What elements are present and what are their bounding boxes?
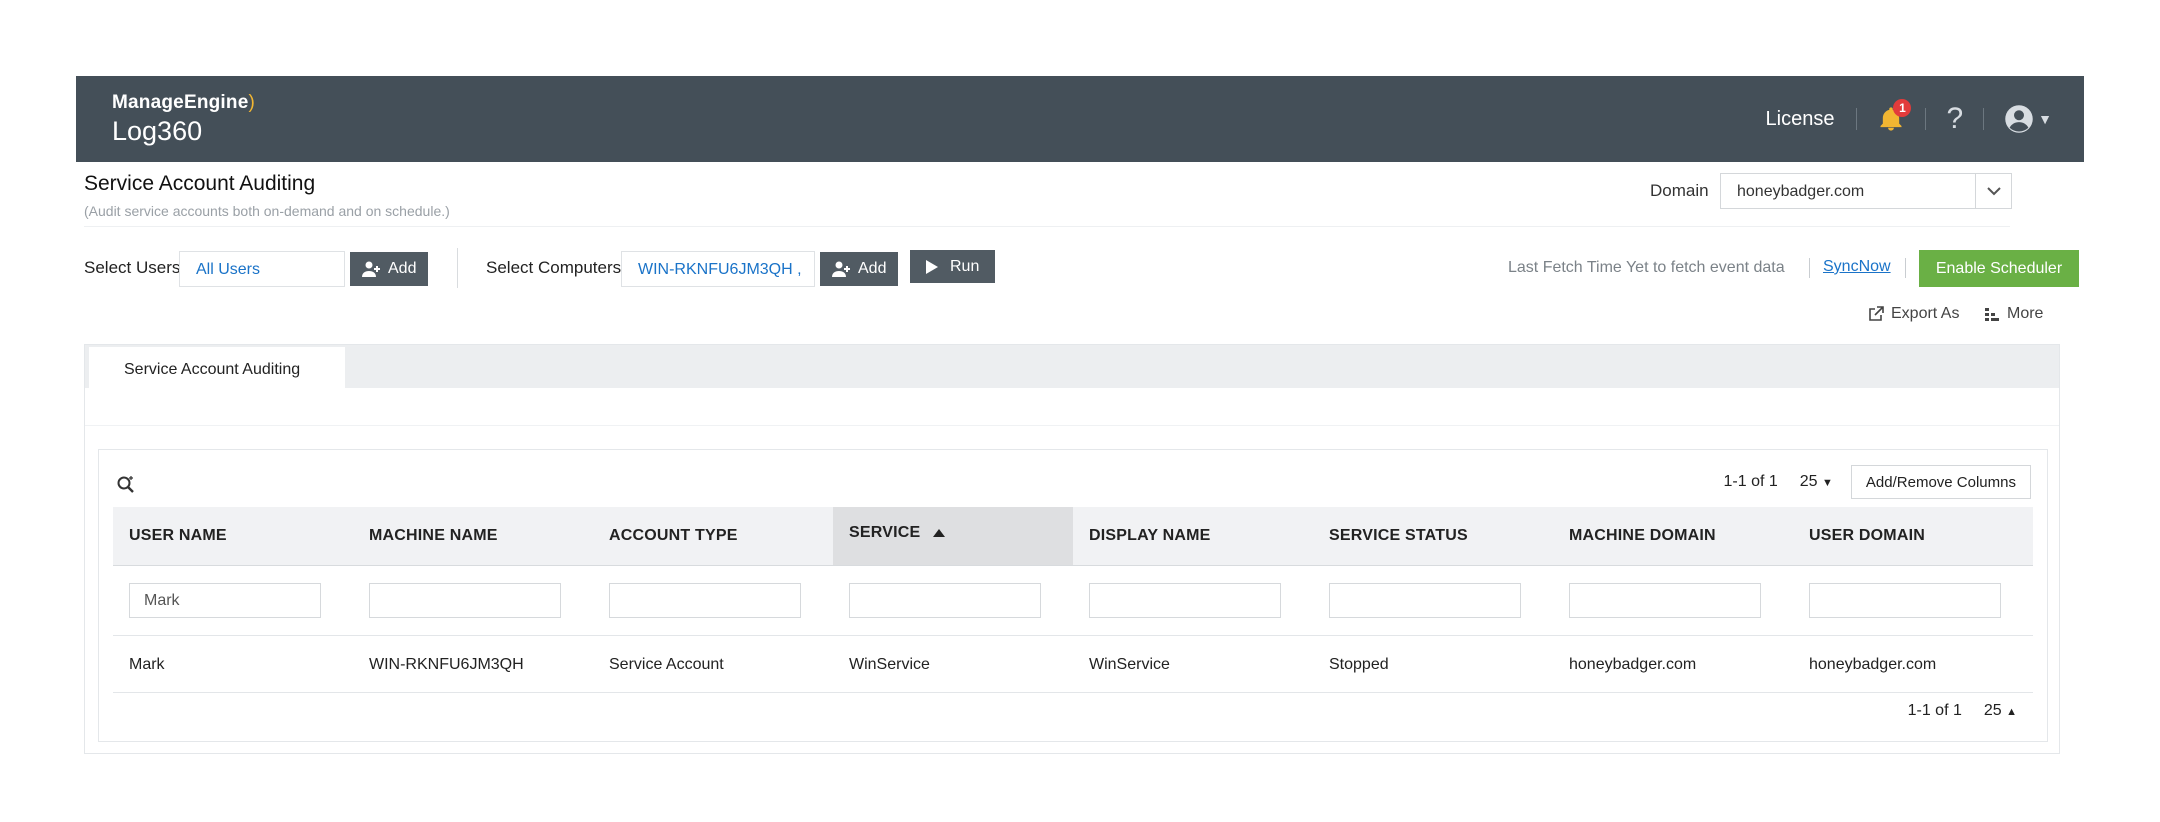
column-header-service-label: SERVICE: [849, 524, 921, 541]
chevron-down-icon: ▼: [1822, 477, 1833, 489]
run-label: Run: [950, 257, 980, 275]
add-computers-label: Add: [858, 260, 887, 277]
cell-account-type: Service Account: [609, 656, 724, 673]
column-header-machine-name[interactable]: MACHINE NAME: [353, 507, 593, 565]
cell-service-status: Stopped: [1329, 656, 1389, 673]
panel-divider: [85, 425, 2059, 426]
cell-user-domain: honeybadger.com: [1809, 656, 1937, 673]
last-fetch-status: Last Fetch Time Yet to fetch event data: [1508, 259, 1785, 276]
export-label: Export As: [1891, 305, 1960, 322]
sync-now-link[interactable]: SyncNow: [1823, 258, 1891, 276]
chevron-down-icon: [1986, 187, 2001, 196]
cell-display-name: WinService: [1089, 656, 1170, 673]
page-subtitle: (Audit service accounts both on-demand a…: [84, 203, 450, 219]
filter-service-status[interactable]: [1329, 583, 1521, 618]
header-divider: [84, 226, 2010, 227]
column-header-machine-domain[interactable]: MACHINE DOMAIN: [1553, 507, 1793, 565]
domain-value: honeybadger.com: [1737, 183, 1865, 200]
add-users-button[interactable]: Add: [350, 252, 429, 286]
enable-scheduler-button[interactable]: Enable Scheduler: [1919, 250, 2079, 287]
pagination-count: 1-1 of 1: [1723, 473, 1778, 490]
select-computers-label: Select Computers: [486, 258, 622, 277]
brand-name: ManageEngine): [112, 92, 256, 113]
column-header-user-domain[interactable]: USER DOMAIN: [1793, 507, 2033, 565]
search-icon[interactable]: [116, 474, 136, 494]
tab-service-account-auditing[interactable]: Service Account Auditing: [89, 347, 345, 389]
play-icon: [926, 259, 938, 274]
product-name: Log360: [112, 116, 203, 146]
cell-service: WinService: [849, 656, 930, 673]
filter-account-type[interactable]: [609, 583, 801, 618]
filter-service[interactable]: [849, 583, 1041, 618]
product-logo[interactable]: ManageEngine) Log360: [112, 92, 255, 147]
add-users-label: Add: [388, 260, 417, 277]
chevron-down-icon: ▼: [2038, 111, 2052, 127]
toolbar-divider: [1905, 258, 1906, 278]
sort-ascending-icon: [933, 529, 946, 537]
add-remove-columns-button[interactable]: Add/Remove Columns: [1850, 465, 2031, 499]
top-header: ManageEngine) Log360 License 1 ? ▼: [76, 76, 2084, 162]
cell-machine-name: WIN-RKNFU6JM3QH: [369, 656, 524, 673]
pagination-bottom: 1-1 of 1 25 ▲: [1908, 702, 2017, 720]
computers-selector[interactable]: WIN-RKNFU6JM3QH ,: [621, 251, 815, 287]
pagination-top: 1-1 of 1 25 ▼ Add/Remove Columns: [1724, 465, 2031, 499]
more-icon: [1985, 308, 1999, 321]
filter-display-name[interactable]: [1089, 583, 1281, 618]
add-user-icon: [832, 261, 850, 277]
domain-label: Domain: [1650, 181, 1709, 200]
filter-machine-name[interactable]: [369, 583, 561, 618]
help-button[interactable]: ?: [1932, 102, 1977, 136]
nav-divider: [1856, 108, 1858, 130]
cell-machine-domain: honeybadger.com: [1569, 656, 1697, 673]
filter-user-name[interactable]: [129, 583, 321, 618]
nav-divider: [1983, 108, 1985, 130]
users-selector[interactable]: All Users: [179, 251, 345, 287]
domain-select[interactable]: honeybadger.com: [1720, 173, 2012, 209]
domain-dropdown-toggle[interactable]: [1975, 174, 2011, 208]
column-header-display-name[interactable]: DISPLAY NAME: [1073, 507, 1313, 565]
toolbar-divider: [457, 248, 458, 288]
pagination-count: 1-1 of 1: [1907, 702, 1962, 719]
question-icon: ?: [1946, 102, 1964, 135]
per-page-select[interactable]: 25 ▲: [1984, 702, 2017, 720]
select-users-label: Select Users: [84, 258, 181, 277]
page-title: Service Account Auditing: [84, 172, 316, 195]
top-nav: License 1 ? ▼: [1750, 76, 2066, 162]
report-table: 1-1 of 1 25 ▼ Add/Remove Columns USER NA…: [98, 449, 2048, 742]
more-button[interactable]: More: [1984, 305, 2043, 323]
run-button[interactable]: Run: [910, 250, 996, 283]
nav-divider: [1925, 108, 1927, 130]
tab-strip: Service Account Auditing: [85, 345, 2059, 389]
report-panel: Service Account Auditing 1-1 of 1 25 ▼ A…: [84, 344, 2060, 754]
export-icon: [1869, 306, 1884, 321]
table-row[interactable]: Mark WIN-RKNFU6JM3QH Service Account Win…: [113, 636, 2033, 693]
filter-row: [113, 566, 2033, 636]
column-header-account-type[interactable]: ACCOUNT TYPE: [593, 507, 833, 565]
column-header-user-name[interactable]: USER NAME: [113, 507, 353, 565]
notifications-button[interactable]: 1: [1863, 99, 1919, 133]
license-link[interactable]: License: [1750, 108, 1851, 131]
toolbar-divider: [1809, 258, 1810, 278]
user-avatar-icon: [2005, 105, 2033, 133]
column-header-service[interactable]: SERVICE: [833, 507, 1073, 565]
filter-user-domain[interactable]: [1809, 583, 2001, 618]
add-computers-button[interactable]: Add: [820, 252, 899, 286]
filter-machine-domain[interactable]: [1569, 583, 1761, 618]
cell-user-name: Mark: [129, 656, 165, 673]
per-page-value: 25: [1983, 702, 2002, 719]
add-user-icon: [362, 261, 380, 277]
per-page-value: 25: [1799, 473, 1818, 490]
user-menu[interactable]: ▼: [1990, 104, 2066, 134]
notification-badge: 1: [1893, 99, 1912, 117]
more-label: More: [2007, 305, 2044, 322]
column-header-service-status[interactable]: SERVICE STATUS: [1313, 507, 1553, 565]
export-button[interactable]: Export As: [1868, 305, 1959, 323]
per-page-select[interactable]: 25 ▼: [1800, 473, 1833, 491]
chevron-up-icon: ▲: [2006, 706, 2017, 718]
table-header: USER NAME MACHINE NAME ACCOUNT TYPE SERV…: [113, 507, 2033, 566]
